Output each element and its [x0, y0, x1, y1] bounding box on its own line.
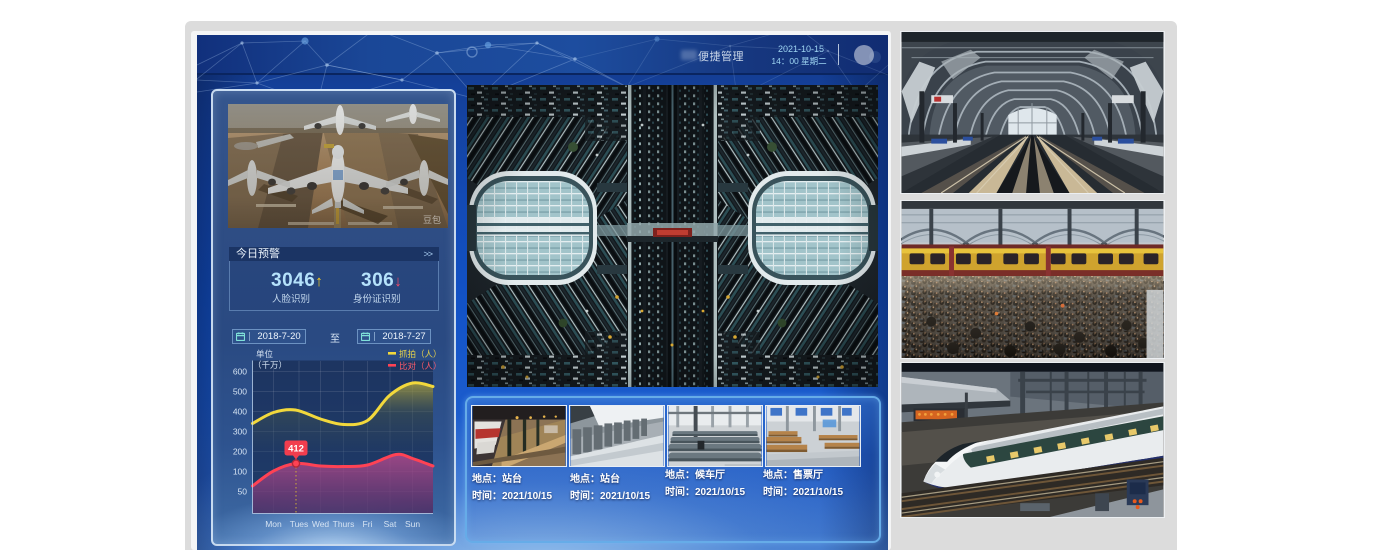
svg-text:豆包: 豆包 [423, 214, 441, 225]
svg-text:比对（人）: 比对（人） [399, 361, 442, 371]
svg-text:50: 50 [238, 487, 248, 497]
svg-text:412: 412 [288, 444, 304, 455]
svg-text:300: 300 [233, 427, 247, 437]
svg-text:（千万）: （千万） [253, 360, 287, 370]
svg-text:抓拍（人）: 抓拍（人） [399, 349, 442, 359]
svg-text:Mon: Mon [265, 519, 282, 529]
svg-text:600: 600 [233, 367, 247, 377]
svg-text:Sat: Sat [384, 519, 397, 529]
svg-text:400: 400 [233, 407, 247, 417]
svg-text:Wed: Wed [312, 519, 330, 529]
svg-text:Fri: Fri [363, 519, 373, 529]
svg-text:200: 200 [233, 447, 247, 457]
svg-text:500: 500 [233, 387, 247, 397]
svg-text:Tues: Tues [290, 519, 309, 529]
svg-text:Thurs: Thurs [333, 519, 355, 529]
svg-text:单位: 单位 [256, 349, 274, 359]
svg-text:Sun: Sun [405, 519, 420, 529]
svg-text:100: 100 [233, 467, 247, 477]
